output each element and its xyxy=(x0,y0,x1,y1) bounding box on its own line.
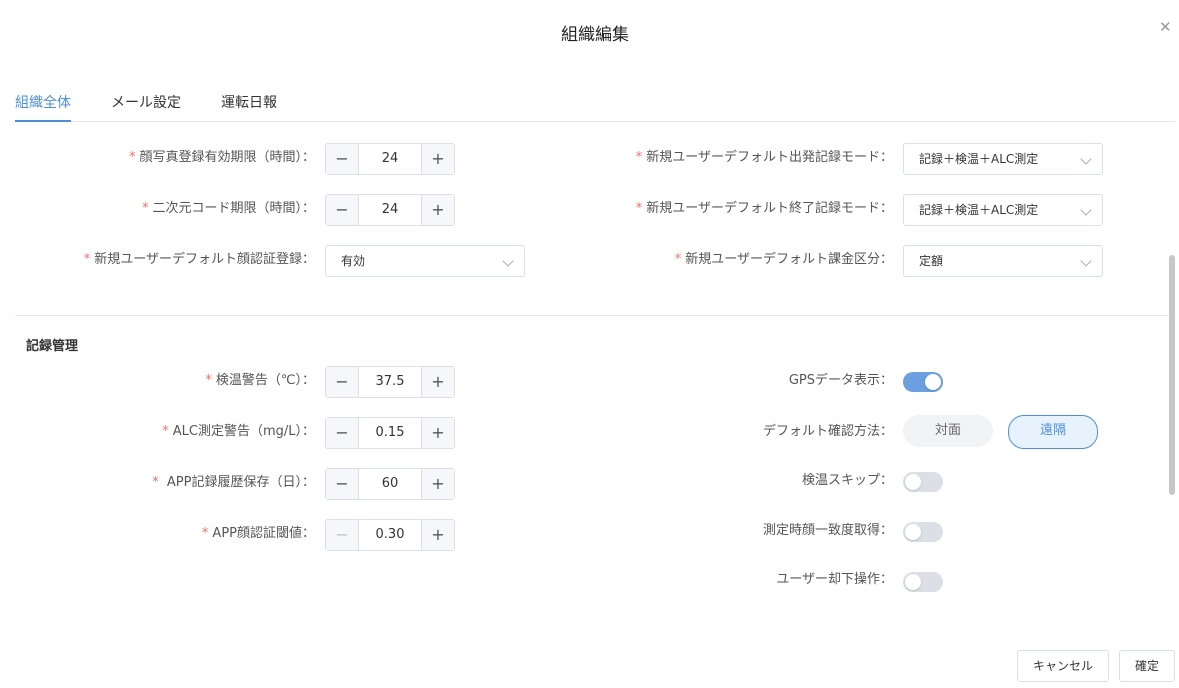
qr-expiry-stepper: − 24 + xyxy=(325,194,455,226)
app-history-label: APP記録履歴保存（日）： xyxy=(162,475,315,490)
app-face-threshold-label: APP顔認証閾値： xyxy=(212,526,315,541)
default-face-auth-row: * 新規ユーザーデフォルト顔認証登録： xyxy=(0,244,315,276)
temp-warning-value[interactable]: 37.5 xyxy=(359,367,421,397)
temp-warning-label: 検温警告（℃）： xyxy=(215,373,315,388)
app-face-threshold-value[interactable]: 0.30 xyxy=(359,520,421,550)
required-mark: * xyxy=(141,201,149,216)
default-start-mode-label: 新規ユーザーデフォルト出発記録モード： xyxy=(646,150,893,165)
face-photo-expiry-row: * 顔写真登録有効期限（時間）： xyxy=(0,142,315,174)
default-start-mode-row: * 新規ユーザーデフォルト出発記録モード： xyxy=(500,142,893,174)
face-photo-expiry-stepper: − 24 + xyxy=(325,143,455,175)
default-start-mode-select[interactable]: 記録＋検温＋ALC測定 xyxy=(903,143,1103,175)
app-history-value[interactable]: 60 xyxy=(359,469,421,499)
confirm-method-option-face[interactable]: 対面 xyxy=(903,415,993,447)
section-divider xyxy=(15,315,1169,316)
tab-driving-report[interactable]: 運転日報 xyxy=(221,92,277,120)
face-match-toggle[interactable] xyxy=(903,522,943,542)
default-end-mode-label: 新規ユーザーデフォルト終了記録モード： xyxy=(646,201,893,216)
required-mark: * xyxy=(201,526,209,541)
face-match-row: 測定時顔一致度取得： xyxy=(500,515,893,547)
close-icon[interactable]: ✕ xyxy=(1159,18,1172,36)
face-photo-expiry-label: 顔写真登録有効期限（時間）： xyxy=(139,150,315,165)
default-start-mode-value: 記録＋検温＋ALC測定 xyxy=(919,152,1039,166)
face-match-label: 測定時顔一致度取得： xyxy=(762,523,893,538)
required-mark: * xyxy=(152,475,159,490)
app-history-row: * APP記録履歴保存（日）： xyxy=(0,467,315,499)
face-photo-expiry-value[interactable]: 24 xyxy=(359,144,421,174)
dialog-title: 組織編集 xyxy=(561,25,629,45)
toggle-knob xyxy=(905,574,921,590)
temp-warning-row: * 検温警告（℃）： xyxy=(0,365,315,397)
default-face-auth-value: 有効 xyxy=(341,254,366,268)
tab-bar: 組織全体 メール設定 運転日報 xyxy=(15,88,1175,122)
app-history-stepper: − 60 + xyxy=(325,468,455,500)
confirm-button[interactable]: 確定 xyxy=(1119,650,1175,682)
decrement-button[interactable]: − xyxy=(326,469,359,499)
qr-expiry-value[interactable]: 24 xyxy=(359,195,421,225)
qr-expiry-row: * 二次元コード期限（時間）： xyxy=(0,193,315,225)
increment-button[interactable]: + xyxy=(421,520,454,550)
gps-display-row: GPSデータ表示： xyxy=(500,365,893,397)
increment-button[interactable]: + xyxy=(421,144,454,174)
tab-mail-settings[interactable]: メール設定 xyxy=(111,92,181,120)
default-billing-label: 新規ユーザーデフォルト課金区分： xyxy=(685,252,893,267)
decrement-button[interactable]: − xyxy=(326,144,359,174)
section-title: 記録管理 xyxy=(26,339,79,354)
tab-organization[interactable]: 組織全体 xyxy=(15,92,71,122)
toggle-knob xyxy=(905,524,921,540)
default-face-auth-label: 新規ユーザーデフォルト顔認証登録： xyxy=(94,252,315,267)
required-mark: * xyxy=(162,424,169,439)
default-billing-row: * 新規ユーザーデフォルト課金区分： xyxy=(500,244,893,276)
confirm-method-label: デフォルト確認方法： xyxy=(762,424,893,439)
required-mark: * xyxy=(83,252,91,267)
decrement-button[interactable]: − xyxy=(326,367,359,397)
temp-skip-row: 検温スキップ： xyxy=(500,465,893,497)
default-billing-value: 定額 xyxy=(919,254,944,268)
alc-warning-stepper: − 0.15 + xyxy=(325,417,455,449)
toggle-knob xyxy=(925,374,941,390)
chevron-down-icon xyxy=(1080,153,1092,165)
gps-display-label: GPSデータ表示： xyxy=(788,373,893,388)
temp-skip-label: 検温スキップ： xyxy=(801,473,893,488)
scrollbar[interactable] xyxy=(1169,135,1175,610)
increment-button[interactable]: + xyxy=(421,469,454,499)
increment-button[interactable]: + xyxy=(421,195,454,225)
alc-warning-label: ALC測定警告（mg/L）： xyxy=(172,424,315,439)
required-mark: * xyxy=(128,150,136,165)
decrement-button: − xyxy=(326,520,359,550)
chevron-down-icon xyxy=(1080,255,1092,267)
scrollbar-thumb[interactable] xyxy=(1169,255,1175,495)
confirm-method-option-remote[interactable]: 遠隔 xyxy=(1008,415,1098,449)
chevron-down-icon xyxy=(1080,204,1092,216)
decrement-button[interactable]: − xyxy=(326,418,359,448)
user-reject-row: ユーザー却下操作： xyxy=(500,564,893,596)
alc-warning-row: * ALC測定警告（mg/L）： xyxy=(0,416,315,448)
user-reject-label: ユーザー却下操作： xyxy=(776,572,893,587)
required-mark: * xyxy=(635,150,643,165)
required-mark: * xyxy=(635,201,643,216)
required-mark: * xyxy=(674,252,682,267)
gps-display-toggle[interactable] xyxy=(903,372,943,392)
cancel-button[interactable]: キャンセル xyxy=(1017,650,1109,682)
required-mark: * xyxy=(205,373,212,388)
decrement-button[interactable]: − xyxy=(326,195,359,225)
app-face-threshold-stepper: − 0.30 + xyxy=(325,519,455,551)
qr-expiry-label: 二次元コード期限（時間）： xyxy=(152,201,315,216)
app-face-threshold-row: * APP顔認証閾値： xyxy=(0,518,315,550)
default-billing-select[interactable]: 定額 xyxy=(903,245,1103,277)
default-end-mode-select[interactable]: 記録＋検温＋ALC測定 xyxy=(903,194,1103,226)
toggle-knob xyxy=(905,474,921,490)
increment-button[interactable]: + xyxy=(421,367,454,397)
alc-warning-value[interactable]: 0.15 xyxy=(359,418,421,448)
confirm-method-row: デフォルト確認方法： xyxy=(500,416,893,448)
user-reject-toggle[interactable] xyxy=(903,572,943,592)
default-face-auth-select[interactable]: 有効 xyxy=(325,245,525,277)
default-end-mode-value: 記録＋検温＋ALC測定 xyxy=(919,203,1039,217)
temp-skip-toggle[interactable] xyxy=(903,472,943,492)
temp-warning-stepper: − 37.5 + xyxy=(325,366,455,398)
increment-button[interactable]: + xyxy=(421,418,454,448)
default-end-mode-row: * 新規ユーザーデフォルト終了記録モード： xyxy=(500,193,893,225)
